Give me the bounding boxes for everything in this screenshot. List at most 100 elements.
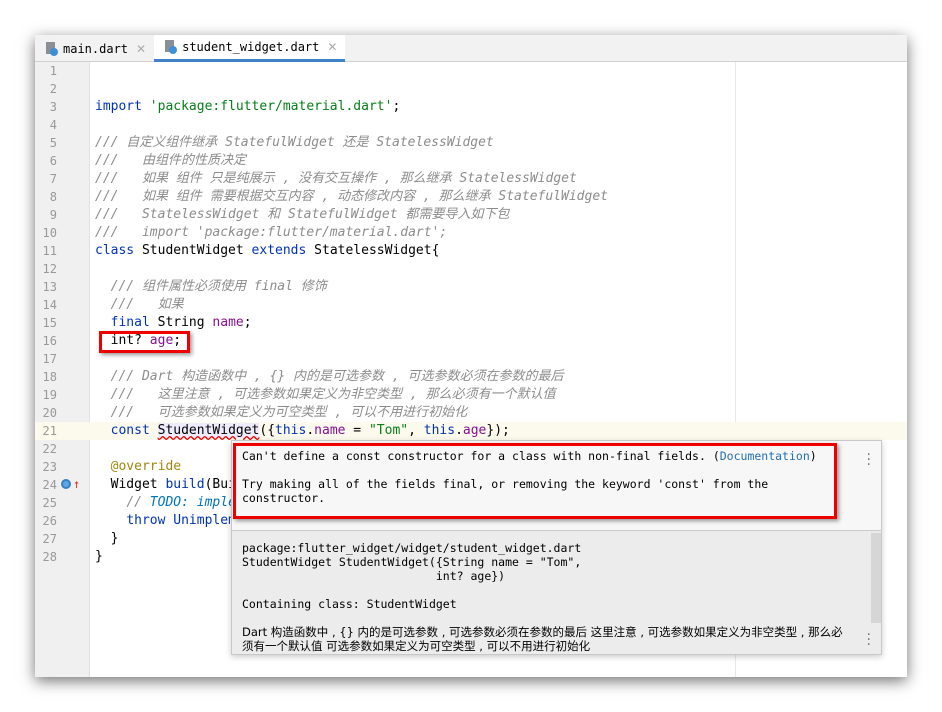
annotation-box-age xyxy=(99,331,190,353)
code-token: const xyxy=(110,423,150,438)
code-token: /// StatelessWidget 和 StatefulWidget 都需要… xyxy=(95,207,510,222)
code-token: /// 如果 xyxy=(110,297,184,312)
code-token: . xyxy=(306,423,315,438)
line-number: 24 xyxy=(42,478,57,492)
line-number: 7 xyxy=(49,172,57,186)
code-line[interactable]: 21 const StudentWidget({this.name = "Tom… xyxy=(35,422,907,440)
tab-student-widget-dart[interactable]: student_widget.dart ✕ xyxy=(154,35,346,62)
code-token: throw xyxy=(126,513,166,528)
code-line[interactable]: 1 xyxy=(35,62,907,80)
line-number: 26 xyxy=(42,514,57,528)
line-number: 9 xyxy=(49,208,57,222)
code-text: /// Dart 构造函数中 , {} 内的是可选参数 , 可选参数必须在参数的… xyxy=(95,368,564,386)
line-number: 23 xyxy=(42,460,57,474)
code-token: import xyxy=(95,99,142,114)
code-line[interactable]: 3 import 'package:flutter/material.dart'; xyxy=(35,98,907,116)
code-line[interactable]: 10 /// import 'package:flutter/material.d… xyxy=(35,224,907,242)
code-token: String xyxy=(149,315,213,330)
dart-file-icon xyxy=(164,40,178,54)
code-token: name xyxy=(314,423,346,438)
line-number: 11 xyxy=(42,244,57,258)
dart-file-icon xyxy=(45,41,59,56)
code-token: @override xyxy=(110,459,182,474)
line-number: 21 xyxy=(42,424,57,438)
override-method-icon[interactable] xyxy=(61,479,71,489)
code-token: ; xyxy=(243,315,252,330)
code-token: , xyxy=(408,423,424,438)
code-token: "Tom" xyxy=(368,423,409,438)
code-text: /// 自定义组件继承 StatefulWidget 还是 StatelessW… xyxy=(95,134,494,152)
code-line[interactable]: 19 /// 这里注意 , 可选参数如果定义为非空类型 , 那么必须有一个默认值 xyxy=(35,386,907,404)
tab-main-dart[interactable]: main.dart ✕ xyxy=(35,35,154,62)
code-text: const StudentWidget({this.name = "Tom", … xyxy=(95,422,510,440)
code-token: /// 如果 组件 只是纯展示 , 没有交互操作 , 那么继承 Stateles… xyxy=(95,171,577,186)
scrollbar[interactable] xyxy=(871,533,881,623)
code-token: age xyxy=(462,423,487,438)
line-number: 4 xyxy=(49,118,57,132)
line-number: 1 xyxy=(49,64,57,78)
code-text: /// 如果 xyxy=(95,296,184,314)
code-line[interactable]: 6 /// 由组件的性质决定 xyxy=(35,152,907,170)
code-line[interactable]: 2 xyxy=(35,80,907,98)
code-line[interactable]: 12 xyxy=(35,260,907,278)
code-token: /// import 'package:flutter/material.dar… xyxy=(95,225,448,240)
code-text: /// 这里注意 , 可选参数如果定义为非空类型 , 那么必须有一个默认值 xyxy=(95,386,556,404)
line-number: 27 xyxy=(42,532,57,546)
code-token: /// 如果 组件 需要根据交互内容 , 动态修改内容 , 那么继承 State… xyxy=(95,189,608,204)
line-number: 2 xyxy=(49,82,57,96)
code-text: /// 如果 组件 只是纯展示 , 没有交互操作 , 那么继承 Stateles… xyxy=(95,170,577,188)
code-line[interactable]: 11 class StudentWidget extends StatelessW… xyxy=(35,242,907,260)
code-text: /// StatelessWidget 和 StatefulWidget 都需要… xyxy=(95,206,509,224)
code-token: /// 自定义组件继承 StatefulWidget 还是 StatelessW… xyxy=(95,135,494,150)
code-line[interactable]: 20 /// 可选参数如果定义为可空类型 , 可以不用进行初始化 xyxy=(35,404,907,422)
line-number: 20 xyxy=(42,406,57,420)
code-line[interactable]: 13 /// 组件属性必须使用 final 修饰 xyxy=(35,278,907,296)
line-number: 6 xyxy=(49,154,57,168)
code-text: } xyxy=(95,548,103,566)
code-text: } xyxy=(95,530,119,548)
editor-tabs: main.dart ✕ student_widget.dart ✕ xyxy=(35,35,907,62)
code-token: this xyxy=(275,423,307,438)
arrow-up-icon: ↑ xyxy=(73,477,81,491)
code-token: build xyxy=(165,477,205,492)
code-line[interactable]: 8 /// 如果 组件 需要根据交互内容 , 动态修改内容 , 那么继承 Stat… xyxy=(35,188,907,206)
close-icon[interactable]: ✕ xyxy=(136,42,146,56)
close-icon[interactable]: ✕ xyxy=(327,40,337,54)
more-options-icon[interactable]: · · · xyxy=(867,628,871,652)
code-token: ({ xyxy=(259,423,276,438)
code-text: /// import 'package:flutter/material.dar… xyxy=(95,224,447,242)
code-line[interactable]: 7 /// 如果 组件 只是纯展示 , 没有交互操作 , 那么继承 Statele… xyxy=(35,170,907,188)
annotation-box-error xyxy=(233,443,837,519)
more-options-icon[interactable]: · · · xyxy=(867,448,871,472)
line-number: 5 xyxy=(49,136,57,150)
code-token: /// 这里注意 , 可选参数如果定义为非空类型 , 那么必须有一个默认值 xyxy=(110,387,556,402)
code-token: /// 由组件的性质决定 xyxy=(95,153,246,168)
code-token: StudentWidget xyxy=(157,423,260,438)
code-line[interactable]: 15 final String name; xyxy=(35,314,907,332)
code-line[interactable]: 5 /// 自定义组件继承 StatefulWidget 还是 Stateless… xyxy=(35,134,907,152)
line-number: 19 xyxy=(42,388,57,402)
code-line[interactable]: 14 /// 如果 xyxy=(35,296,907,314)
line-number: 15 xyxy=(42,316,57,330)
line-number: 22 xyxy=(42,442,57,456)
code-text: /// 由组件的性质决定 xyxy=(95,152,246,170)
code-token: ; xyxy=(392,99,401,114)
code-line[interactable]: 4 xyxy=(35,116,907,134)
line-number: 13 xyxy=(42,280,57,294)
code-line[interactable]: 18 /// Dart 构造函数中 , {} 内的是可选参数 , 可选参数必须在… xyxy=(35,368,907,386)
code-token: = xyxy=(345,423,369,438)
code-token: name xyxy=(212,315,244,330)
code-text: /// 如果 组件 需要根据交互内容 , 动态修改内容 , 那么继承 State… xyxy=(95,188,608,206)
code-line[interactable]: 9 /// StatelessWidget 和 StatefulWidget 都需… xyxy=(35,206,907,224)
code-text: class StudentWidget extends StatelessWid… xyxy=(95,242,439,260)
code-token: } xyxy=(95,531,119,546)
code-token: class xyxy=(95,243,135,258)
